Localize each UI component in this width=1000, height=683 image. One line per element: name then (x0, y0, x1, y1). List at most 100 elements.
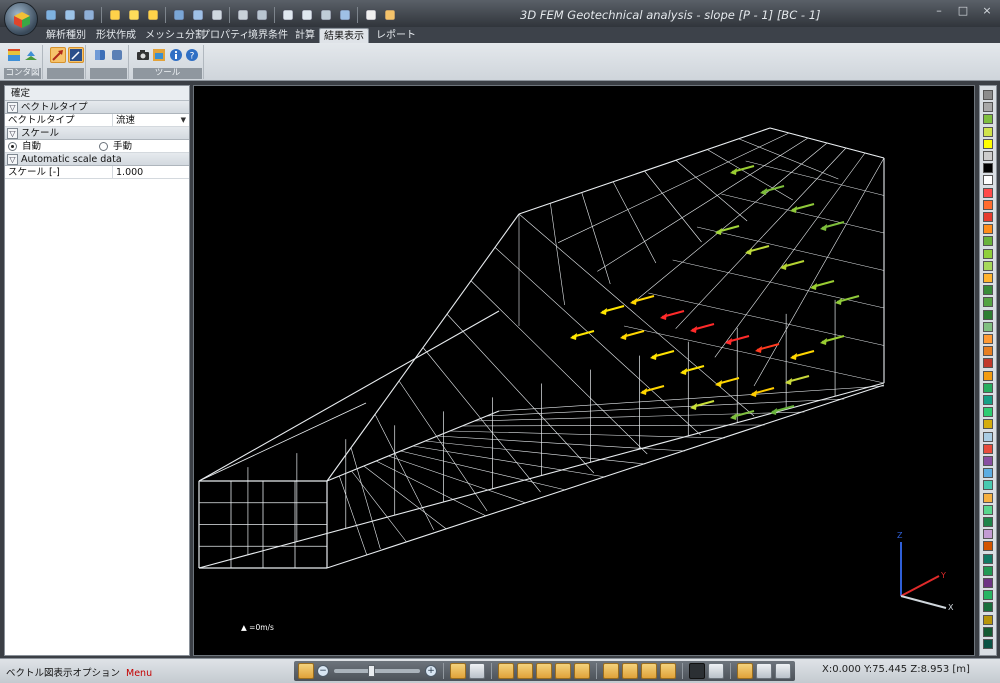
contour-3d-icon[interactable] (24, 47, 39, 63)
line-tool-2-icon[interactable] (517, 663, 533, 679)
line-tool-icon[interactable] (498, 663, 514, 679)
color-swatch[interactable] (983, 248, 993, 259)
view-iso-icon[interactable] (660, 663, 676, 679)
camera-icon[interactable] (234, 6, 251, 23)
section-auto-scale[interactable]: ▽ Automatic scale data (5, 153, 189, 166)
pencil-icon[interactable] (555, 663, 571, 679)
color-swatch[interactable] (983, 346, 993, 357)
pointer-icon[interactable] (381, 6, 398, 23)
background-white-icon[interactable] (708, 663, 724, 679)
move-icon[interactable] (317, 6, 334, 23)
zoom-slider-thumb[interactable] (368, 665, 375, 677)
collapse-chevron-icon[interactable]: ▽ (7, 127, 18, 139)
background-black-icon[interactable] (689, 663, 705, 679)
tab-report[interactable]: レポート (372, 28, 420, 43)
vector-type-select[interactable]: 流速 ▼ (113, 114, 189, 126)
color-swatch[interactable] (983, 480, 993, 491)
pan-icon[interactable] (450, 663, 466, 679)
open-icon[interactable] (42, 6, 59, 23)
save-icon[interactable] (61, 6, 78, 23)
color-swatch[interactable] (983, 590, 993, 601)
color-swatch[interactable] (983, 90, 993, 100)
color-swatch[interactable] (983, 212, 993, 222)
maximize-button[interactable]: □ (954, 4, 972, 18)
tab-results[interactable]: 結果表示 (319, 28, 369, 43)
shade-icon[interactable] (93, 47, 108, 63)
copy-icon[interactable] (80, 6, 97, 23)
color-swatch[interactable] (983, 102, 993, 113)
layer-icon[interactable] (574, 663, 590, 679)
rotate-icon[interactable] (336, 6, 353, 23)
application-menu-button[interactable] (4, 2, 38, 36)
color-swatch[interactable] (983, 443, 993, 454)
color-swatch[interactable] (983, 175, 993, 186)
list-icon[interactable] (756, 663, 772, 679)
shade-alt-icon[interactable] (110, 47, 125, 63)
color-swatch[interactable] (983, 309, 993, 320)
close-button[interactable]: × (978, 4, 996, 18)
color-swatch[interactable] (983, 614, 993, 625)
color-swatch[interactable] (983, 163, 993, 174)
color-swatch[interactable] (983, 273, 993, 283)
section-vector-type[interactable]: ▽ ベクトルタイプ (5, 101, 189, 114)
color-swatch[interactable] (983, 138, 993, 149)
tab-boundary-conditions[interactable]: 境界条件 (244, 28, 292, 43)
view-z-icon[interactable] (641, 663, 657, 679)
color-swatch[interactable] (983, 468, 993, 479)
color-swatch[interactable] (983, 236, 993, 247)
window-layout-icon[interactable] (737, 663, 753, 679)
color-swatch[interactable] (983, 260, 993, 271)
color-swatch[interactable] (983, 334, 993, 344)
color-swatch[interactable] (983, 370, 993, 381)
view-x-icon[interactable] (603, 663, 619, 679)
select-icon[interactable] (189, 6, 206, 23)
grid-icon[interactable] (253, 6, 270, 23)
zoom-in-icon[interactable]: + (425, 665, 437, 677)
grid-icon[interactable] (469, 663, 485, 679)
color-swatch[interactable] (983, 382, 993, 393)
square-icon[interactable] (298, 6, 315, 23)
color-swatch[interactable] (983, 358, 993, 369)
color-swatch[interactable] (983, 431, 993, 442)
cursor-icon[interactable] (362, 6, 379, 23)
color-swatch[interactable] (983, 126, 993, 137)
pin-icon[interactable] (208, 6, 225, 23)
vector-arrow-icon[interactable] (50, 47, 66, 63)
color-swatch[interactable] (983, 565, 993, 576)
color-swatch[interactable] (983, 224, 993, 235)
circle-icon[interactable] (279, 6, 296, 23)
line-tool-3-icon[interactable] (536, 663, 552, 679)
fit-view-icon[interactable] (298, 663, 314, 679)
menu-link[interactable]: Menu (126, 668, 152, 679)
sun-icon[interactable] (125, 6, 142, 23)
color-swatch[interactable] (983, 395, 993, 405)
collapse-chevron-icon[interactable]: ▽ (7, 101, 18, 113)
info-icon[interactable] (169, 47, 183, 63)
color-swatch[interactable] (983, 114, 993, 125)
contour-icon[interactable] (7, 47, 22, 63)
color-swatch[interactable] (983, 407, 993, 418)
confirm-button[interactable]: 確定 (5, 86, 189, 101)
color-swatch[interactable] (983, 626, 993, 637)
sun-icon[interactable] (144, 6, 161, 23)
color-swatch[interactable] (983, 297, 993, 308)
camera-icon[interactable] (136, 47, 150, 63)
scale-manual-radio[interactable] (99, 142, 108, 151)
scale-value-input[interactable]: 1.000 (113, 166, 189, 178)
tab-calculation[interactable]: 計算 (291, 28, 319, 43)
tab-analysis-type[interactable]: 解析種別 (42, 28, 90, 43)
scale-auto-radio[interactable] (8, 142, 17, 151)
color-swatch[interactable] (983, 553, 993, 564)
color-swatch[interactable] (983, 187, 993, 198)
section-scale[interactable]: ▽ スケール (5, 127, 189, 140)
view-y-icon[interactable] (622, 663, 638, 679)
vector-field-icon[interactable] (68, 47, 84, 63)
tab-geometry[interactable]: 形状作成 (92, 28, 140, 43)
3d-viewport[interactable]: Z Y X ▲ =0m/s (193, 85, 975, 656)
light-icon[interactable] (106, 6, 123, 23)
dropdown-arrow-icon[interactable]: ▼ (181, 114, 186, 127)
help-icon[interactable]: ? (185, 47, 199, 63)
color-swatch[interactable] (983, 419, 993, 430)
collapse-chevron-icon[interactable]: ▽ (7, 153, 18, 165)
color-swatch[interactable] (983, 504, 993, 515)
